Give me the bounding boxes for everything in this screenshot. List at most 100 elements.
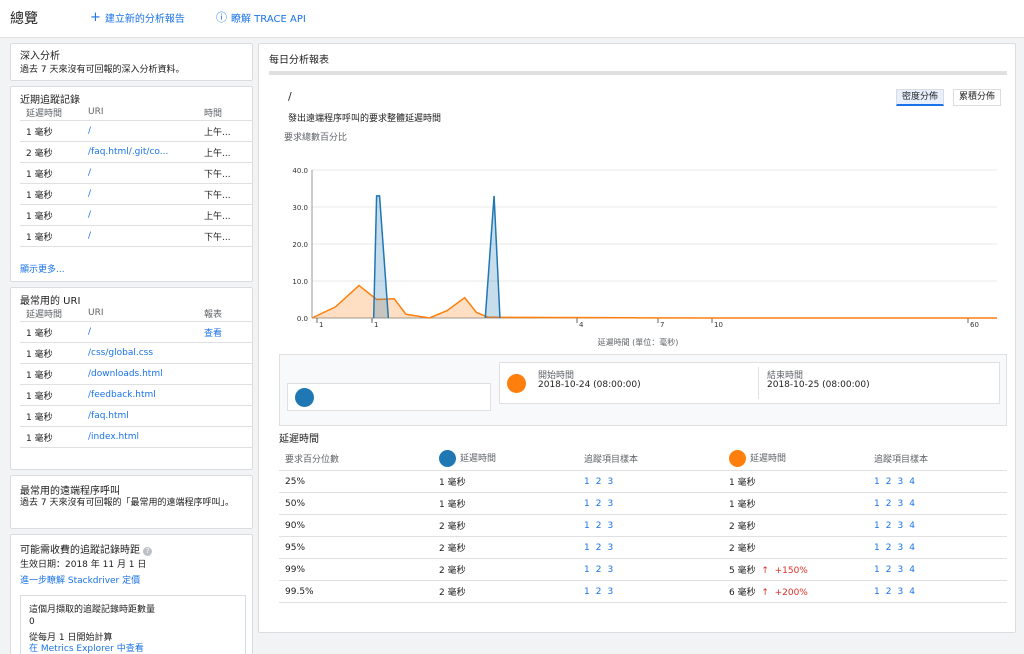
latency-b-value: 5 毫秒: [729, 566, 756, 576]
create-report-button[interactable]: + 建立新的分析報告: [90, 10, 185, 26]
sample-link[interactable]: 1: [584, 543, 590, 553]
sample-link[interactable]: 2: [886, 477, 892, 487]
pricing-link[interactable]: 進一步瞭解 Stackdriver 定價: [20, 573, 140, 586]
table-row[interactable]: 1 毫秒/css/global.css: [20, 343, 253, 364]
cell-latency-b: 1 毫秒: [729, 497, 874, 510]
sample-link[interactable]: 3: [607, 543, 613, 553]
cell-uri[interactable]: /index.html: [88, 432, 200, 442]
table-row[interactable]: 1 毫秒/feedback.html: [20, 385, 253, 406]
x-tick-label: 1: [319, 321, 323, 329]
y-tick-label: 10.0: [292, 278, 308, 286]
table-row: 99.5% 2 毫秒 1 2 3 6 毫秒 ↑ +200% 1 2 3 4: [279, 581, 1007, 603]
show-more-link[interactable]: 顯示更多...: [20, 262, 65, 275]
sample-link[interactable]: 2: [886, 543, 892, 553]
cell-uri[interactable]: /faq.html: [88, 411, 200, 421]
sample-link[interactable]: 3: [897, 499, 903, 509]
table-header: 要求百分位數 延遲時間 追蹤項目樣本 延遲時間 追蹤項目樣本: [279, 447, 1007, 471]
metrics-explorer-link[interactable]: 在 Metrics Explorer 中查看: [29, 641, 144, 654]
col-latency: 延遲時間: [26, 309, 63, 320]
cell-samples-a: 123: [584, 477, 729, 487]
table-row[interactable]: 1 毫秒 / 上午...: [20, 121, 253, 142]
sample-link[interactable]: 3: [897, 587, 903, 597]
sample-link[interactable]: 4: [909, 499, 915, 509]
sample-link[interactable]: 1: [584, 565, 590, 575]
sample-link[interactable]: 3: [897, 521, 903, 531]
latency-rows: 25% 1 毫秒 1 2 3 1 毫秒 1 2 3 4 50% 1 毫秒 1 2 3 1 毫秒 1 2 3 4 90% 2…: [279, 471, 1007, 603]
sample-link[interactable]: 2: [596, 521, 602, 531]
sample-link[interactable]: 2: [596, 565, 602, 575]
sample-link[interactable]: 3: [897, 543, 903, 553]
cell-uri[interactable]: /: [88, 189, 200, 199]
sample-link[interactable]: 3: [607, 587, 613, 597]
table-row[interactable]: 1 毫秒/index.html: [20, 427, 253, 448]
cell-uri[interactable]: /: [88, 210, 200, 220]
sample-link[interactable]: 4: [909, 521, 915, 531]
table-row[interactable]: 1 毫秒 / 下午...: [20, 226, 253, 247]
top-bar: 總覽 + 建立新的分析報告 ⓘ 瞭解 TRACE API: [0, 0, 1024, 38]
table-row[interactable]: 1 毫秒/downloads.html: [20, 364, 253, 385]
sample-link[interactable]: 2: [886, 587, 892, 597]
sample-link[interactable]: 2: [596, 477, 602, 487]
cell-latency-a: 2 毫秒: [439, 522, 466, 532]
sample-link[interactable]: 1: [874, 565, 880, 575]
cell-uri[interactable]: /feedback.html: [88, 390, 200, 400]
cell-uri[interactable]: /: [88, 231, 200, 241]
sample-link[interactable]: 4: [909, 477, 915, 487]
sample-link[interactable]: 1: [584, 521, 590, 531]
cell-uri[interactable]: /: [88, 327, 200, 337]
cell-samples-a: 123: [584, 565, 729, 575]
sample-link[interactable]: 1: [584, 477, 590, 487]
sample-link[interactable]: 1: [874, 477, 880, 487]
sample-link[interactable]: 1: [874, 521, 880, 531]
sample-link[interactable]: 3: [607, 565, 613, 575]
sample-link[interactable]: 1: [874, 499, 880, 509]
sample-link[interactable]: 1: [584, 587, 590, 597]
sample-link[interactable]: 3: [897, 565, 903, 575]
sample-link[interactable]: 2: [596, 543, 602, 553]
sample-link[interactable]: 2: [596, 499, 602, 509]
y-axis-label: 要求總數百分比: [284, 133, 348, 143]
cumulative-tab[interactable]: 累積分佈: [953, 89, 1002, 106]
view-report-link[interactable]: 查看: [200, 326, 250, 339]
sample-link[interactable]: 1: [584, 499, 590, 509]
sample-link[interactable]: 1: [874, 543, 880, 553]
sample-link[interactable]: 2: [886, 565, 892, 575]
table-row[interactable]: 1 毫秒 / 查看: [20, 322, 253, 343]
sample-link[interactable]: 3: [607, 499, 613, 509]
table-row[interactable]: 2 毫秒/faq.html/.git/co... 上午...: [20, 142, 253, 163]
daily-title: 每日分析報表: [269, 55, 329, 66]
sample-link[interactable]: 2: [886, 521, 892, 531]
col-uri: URI: [88, 107, 104, 117]
sample-link[interactable]: 4: [909, 543, 915, 553]
x-tick-label: 10: [714, 321, 723, 329]
density-tab[interactable]: 密度分佈: [896, 89, 945, 106]
col-latency-b: 延遲時間: [729, 450, 874, 467]
sample-link[interactable]: 2: [596, 587, 602, 597]
table-row[interactable]: 1 毫秒 / 下午...: [20, 163, 253, 184]
effective-date: 生效日期：2018 年 11 月 1 日: [20, 560, 147, 570]
cell-samples-a: 123: [584, 499, 729, 509]
sample-link[interactable]: 1: [874, 587, 880, 597]
sample-link[interactable]: 3: [607, 521, 613, 531]
cell-uri[interactable]: /: [88, 126, 200, 136]
cell-uri[interactable]: /: [88, 168, 200, 178]
cell-uri[interactable]: /css/global.css: [88, 348, 200, 358]
cell-uri[interactable]: /faq.html/.git/co...: [88, 147, 200, 157]
trace-api-link[interactable]: ⓘ 瞭解 TRACE API: [216, 10, 306, 26]
help-icon[interactable]: ?: [143, 547, 153, 556]
sample-link[interactable]: 3: [607, 477, 613, 487]
sample-link[interactable]: 2: [886, 499, 892, 509]
cell-uri[interactable]: /downloads.html: [88, 369, 200, 379]
latency-b-value: 2 毫秒: [729, 544, 756, 554]
span-count-value: 0: [29, 617, 35, 627]
sample-link[interactable]: 3: [897, 477, 903, 487]
table-row[interactable]: 1 毫秒 / 下午...: [20, 184, 253, 205]
sample-link[interactable]: 4: [909, 587, 915, 597]
sample-link[interactable]: 4: [909, 565, 915, 575]
insights-card: 深入分析 過去 7 天來沒有可回報的深入分析資料。: [10, 43, 253, 81]
table-row[interactable]: 1 毫秒/faq.html: [20, 406, 253, 427]
cell-latency-a: 2 毫秒: [439, 544, 466, 554]
cell-samples-a: 123: [584, 543, 729, 553]
table-row: 99% 2 毫秒 1 2 3 5 毫秒 ↑ +150% 1 2 3 4: [279, 559, 1007, 581]
table-row[interactable]: 1 毫秒 / 上午...: [20, 205, 253, 226]
